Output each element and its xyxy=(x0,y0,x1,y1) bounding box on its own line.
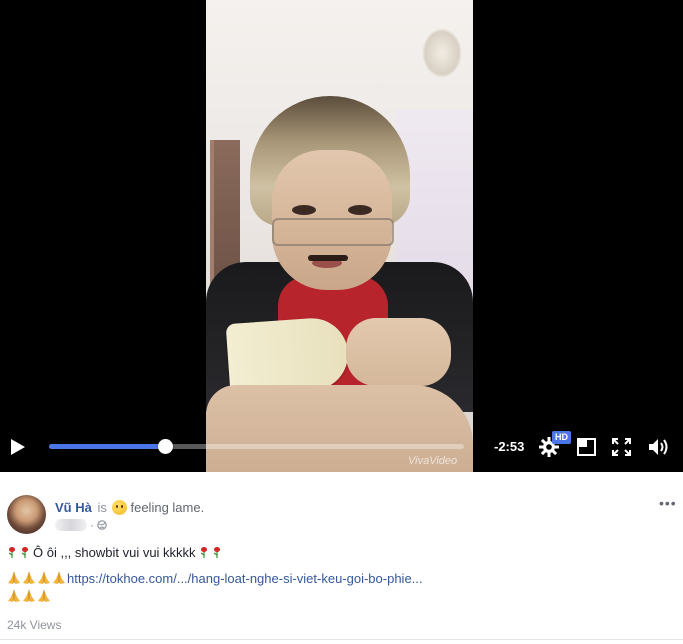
video-player[interactable]: VivaVideo -2:53 HD xyxy=(0,0,683,472)
avatar[interactable] xyxy=(7,495,46,534)
post-text-line-1: Ô ôi ,,, showbit vui vui kkkkk xyxy=(7,545,225,560)
hd-badge: HD xyxy=(552,431,571,444)
progress-fill xyxy=(49,444,166,449)
volume-icon xyxy=(649,439,668,455)
rose-icon xyxy=(21,547,28,558)
post-card: Vũ Hà is feeling lame. · ••• Ô ôi ,,, sh… xyxy=(0,472,683,644)
fullscreen-icon xyxy=(612,438,631,456)
author-name[interactable]: Vũ Hà xyxy=(55,500,92,515)
divider xyxy=(0,639,683,640)
praying-hands-icon xyxy=(23,590,35,602)
feeling-emoji-icon xyxy=(112,500,128,515)
picture-in-picture-icon xyxy=(577,438,596,456)
video-controls: -2:53 HD xyxy=(0,420,683,472)
praying-hands-icon xyxy=(38,590,50,602)
progress-bar[interactable] xyxy=(49,439,464,454)
progress-knob[interactable] xyxy=(158,439,174,454)
praying-hands-icon xyxy=(8,590,20,602)
miniplayer-button[interactable] xyxy=(577,438,596,456)
post-text-line-2: https://tokhoe.com/.../hang-loat-nghe-si… xyxy=(7,571,423,586)
praying-hands-icon xyxy=(23,572,35,584)
more-options-button[interactable]: ••• xyxy=(659,496,677,510)
post-header: Vũ Hà is feeling lame. xyxy=(55,500,204,515)
view-count: 24k Views xyxy=(7,618,62,632)
is-word: is xyxy=(97,500,107,515)
video-frame xyxy=(206,0,473,472)
post-text-line-3 xyxy=(7,589,52,604)
fullscreen-button[interactable] xyxy=(612,438,631,456)
time-remaining: -2:53 xyxy=(494,439,525,454)
volume-button[interactable] xyxy=(648,437,670,457)
play-button[interactable] xyxy=(10,438,26,456)
play-icon xyxy=(11,439,25,455)
rose-icon xyxy=(213,547,220,558)
feeling-text[interactable]: feeling lame. xyxy=(130,500,204,515)
post-link[interactable]: https://tokhoe.com/.../hang-loat-nghe-si… xyxy=(67,571,423,586)
praying-hands-icon xyxy=(53,572,65,584)
post-meta: · xyxy=(55,518,107,532)
meta-separator-dot: · xyxy=(90,518,94,532)
post-text: Ô ôi ,,, showbit vui vui kkkkk xyxy=(33,545,196,560)
praying-hands-icon xyxy=(38,572,50,584)
rose-icon xyxy=(8,547,15,558)
rose-icon xyxy=(200,547,207,558)
timestamp-blurred[interactable] xyxy=(55,519,87,531)
praying-hands-icon xyxy=(8,572,20,584)
globe-icon xyxy=(97,520,107,530)
